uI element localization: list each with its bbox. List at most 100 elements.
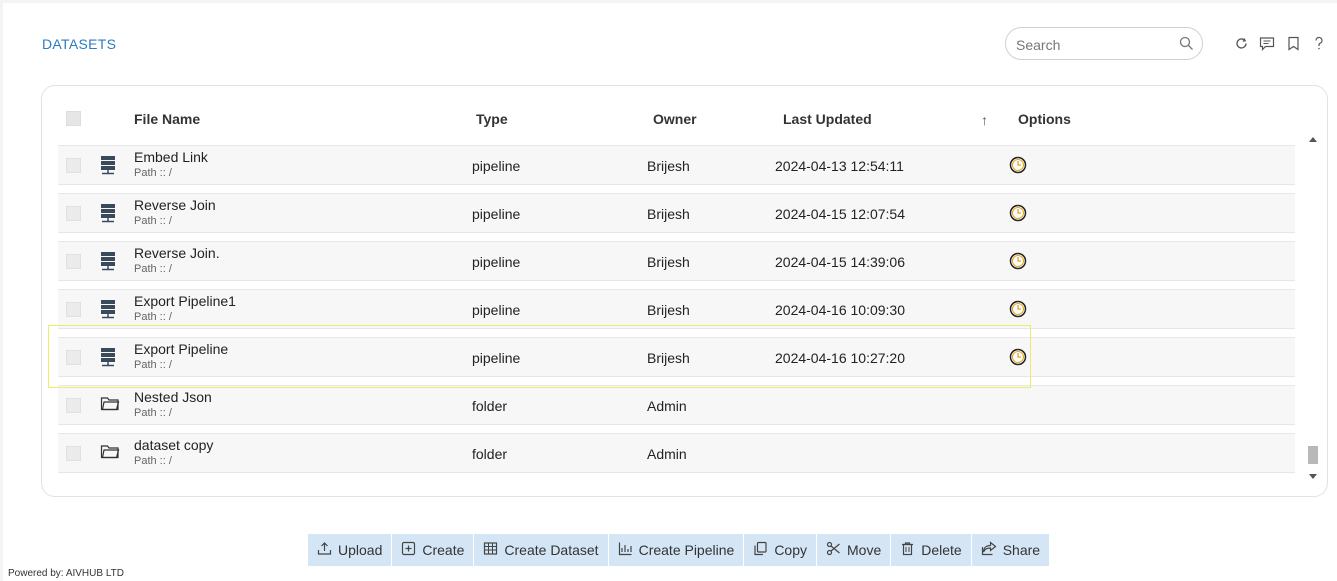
plus-square-icon xyxy=(401,541,416,559)
file-type: folder xyxy=(472,398,508,414)
table-icon xyxy=(483,541,498,559)
search-box[interactable] xyxy=(1005,27,1203,60)
copy-icon xyxy=(753,541,768,559)
copy-button[interactable]: Copy xyxy=(744,534,817,566)
file-name[interactable]: Export Pipeline xyxy=(134,341,228,357)
table-scrollbar[interactable] xyxy=(1306,135,1320,481)
row-checkbox[interactable] xyxy=(66,398,81,413)
pipeline-icon xyxy=(100,251,116,274)
chart-icon xyxy=(618,541,633,559)
help-icon[interactable] xyxy=(1311,34,1327,52)
folder-icon xyxy=(100,443,120,462)
sort-arrow-icon[interactable]: ↑ xyxy=(981,112,988,128)
row-checkbox[interactable] xyxy=(66,302,81,317)
pipeline-icon xyxy=(100,155,116,178)
table-header: File Name Type Owner Last Updated ↑ Opti… xyxy=(58,101,1298,135)
schedule-icon[interactable] xyxy=(1009,156,1027,177)
scroll-up-icon[interactable] xyxy=(1309,137,1317,142)
upload-label: Upload xyxy=(338,542,383,558)
header-actions xyxy=(1233,34,1327,52)
file-owner: Brijesh xyxy=(647,350,690,366)
table-row[interactable]: Nested Json Path :: / folder Admin xyxy=(58,385,1295,425)
column-last-updated[interactable]: Last Updated xyxy=(783,111,872,127)
delete-label: Delete xyxy=(921,542,962,558)
schedule-icon[interactable] xyxy=(1009,348,1027,369)
file-path: Path :: / xyxy=(134,311,172,323)
file-path: Path :: / xyxy=(134,407,172,419)
scrollbar-thumb[interactable] xyxy=(1308,446,1318,464)
file-type: pipeline xyxy=(472,302,521,318)
file-owner: Admin xyxy=(647,398,687,414)
move-label: Move xyxy=(847,542,882,558)
table-row[interactable]: Export Pipeline Path :: / pipeline Brije… xyxy=(58,337,1295,377)
pipeline-icon xyxy=(100,347,116,370)
upload-icon xyxy=(317,541,332,559)
share-icon xyxy=(981,541,997,559)
file-path: Path :: / xyxy=(134,263,172,275)
bookmark-icon[interactable] xyxy=(1285,34,1301,52)
column-type[interactable]: Type xyxy=(476,111,508,127)
copy-label: Copy xyxy=(774,542,807,558)
file-name[interactable]: dataset copy xyxy=(134,437,213,453)
schedule-icon[interactable] xyxy=(1009,204,1027,225)
table-row[interactable]: dataset copy Path :: / folder Admin xyxy=(58,433,1295,473)
row-checkbox[interactable] xyxy=(66,350,81,365)
row-checkbox[interactable] xyxy=(66,206,81,221)
datasets-page: DATASETS File Name Type Owner Last Updat… xyxy=(3,3,1337,581)
file-name[interactable]: Nested Json xyxy=(134,389,212,405)
search-input[interactable] xyxy=(1014,36,1178,54)
file-owner: Brijesh xyxy=(647,302,690,318)
file-name[interactable]: Reverse Join. xyxy=(134,245,220,261)
search-icon[interactable] xyxy=(1179,36,1194,56)
file-owner: Brijesh xyxy=(647,206,690,222)
scroll-down-icon[interactable] xyxy=(1309,474,1317,479)
upload-button[interactable]: Upload xyxy=(308,534,393,566)
refresh-icon[interactable] xyxy=(1233,34,1249,52)
create-pipeline-button[interactable]: Create Pipeline xyxy=(608,534,745,566)
table-body: Embed Link Path :: / pipeline Brijesh 20… xyxy=(58,135,1295,473)
create-button[interactable]: Create xyxy=(392,534,475,566)
row-checkbox[interactable] xyxy=(66,446,81,461)
comment-icon[interactable] xyxy=(1259,34,1275,52)
file-owner: Brijesh xyxy=(647,254,690,270)
create-dataset-button[interactable]: Create Dataset xyxy=(474,534,609,566)
delete-button[interactable]: Delete xyxy=(891,534,972,566)
share-label: Share xyxy=(1002,542,1041,558)
trash-icon xyxy=(900,541,915,559)
datasets-table-card: File Name Type Owner Last Updated ↑ Opti… xyxy=(41,85,1328,497)
create-dataset-label: Create Dataset xyxy=(504,542,599,558)
column-owner[interactable]: Owner xyxy=(653,111,697,127)
file-type: pipeline xyxy=(472,254,521,270)
table-row[interactable]: Embed Link Path :: / pipeline Brijesh 20… xyxy=(58,145,1295,185)
folder-icon xyxy=(100,395,120,414)
page-title: DATASETS xyxy=(42,36,117,52)
file-type: pipeline xyxy=(472,206,521,222)
file-type: folder xyxy=(472,446,508,462)
schedule-icon[interactable] xyxy=(1009,300,1027,321)
table-row[interactable]: Reverse Join. Path :: / pipeline Brijesh… xyxy=(58,241,1295,281)
file-updated: 2024-04-16 10:09:30 xyxy=(775,302,905,318)
share-button[interactable]: Share xyxy=(971,534,1051,566)
file-updated: 2024-04-15 12:07:54 xyxy=(775,206,905,222)
create-pipeline-label: Create Pipeline xyxy=(638,542,735,558)
create-label: Create xyxy=(422,542,465,558)
file-owner: Admin xyxy=(647,446,687,462)
pipeline-icon xyxy=(100,299,116,322)
row-checkbox[interactable] xyxy=(66,158,81,173)
file-path: Path :: / xyxy=(134,215,172,227)
file-name[interactable]: Embed Link xyxy=(134,149,208,165)
move-button[interactable]: Move xyxy=(817,534,892,566)
table-row[interactable]: Export Pipeline1 Path :: / pipeline Brij… xyxy=(58,289,1295,329)
column-file-name[interactable]: File Name xyxy=(134,111,200,127)
file-updated: 2024-04-16 10:27:20 xyxy=(775,350,905,366)
scissors-icon xyxy=(826,541,841,559)
schedule-icon[interactable] xyxy=(1009,252,1027,273)
file-name[interactable]: Export Pipeline1 xyxy=(134,293,236,309)
table-row[interactable]: Reverse Join Path :: / pipeline Brijesh … xyxy=(58,193,1295,233)
file-type: pipeline xyxy=(472,350,521,366)
file-updated: 2024-04-13 12:54:11 xyxy=(775,158,904,174)
row-checkbox[interactable] xyxy=(66,254,81,269)
column-options: Options xyxy=(1018,111,1071,127)
file-name[interactable]: Reverse Join xyxy=(134,197,216,213)
select-all-checkbox[interactable] xyxy=(66,111,81,126)
